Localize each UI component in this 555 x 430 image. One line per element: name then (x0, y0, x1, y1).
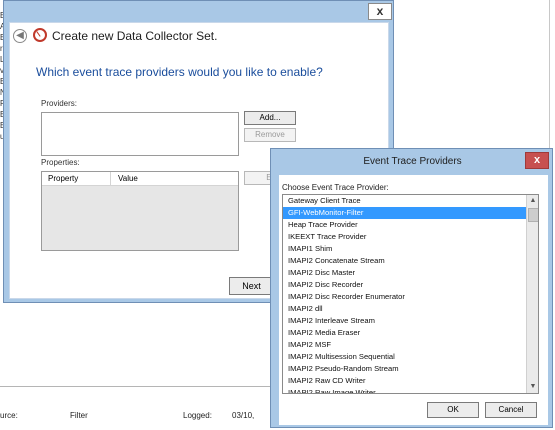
provider-list-item[interactable]: IMAPI2 Pseudo-Random Stream (283, 363, 526, 375)
event-trace-providers-dialog: Event Trace Providers x Choose Event Tra… (270, 148, 553, 428)
provider-list-item[interactable]: IMAPI2 Concatenate Stream (283, 255, 526, 267)
cancel-button[interactable]: Cancel (485, 402, 537, 418)
scroll-up-arrow-icon[interactable]: ▲ (527, 195, 538, 207)
provider-list-item[interactable]: IMAPI2 Disc Master (283, 267, 526, 279)
providers-label: Providers: (41, 99, 78, 108)
background-details-row: urce: Filter Logged: 03/10, (0, 411, 280, 425)
provider-list-item[interactable]: IMAPI2 Multisession Sequential (283, 351, 526, 363)
logged-date-value: 03/10, (232, 411, 255, 420)
provider-listbox[interactable]: Gateway Client Trace GFI-WebMonitor-Filte… (282, 194, 539, 394)
ok-button[interactable]: OK (427, 402, 479, 418)
provider-list-item[interactable]: IMAPI2 Disc Recorder Enumerator (283, 291, 526, 303)
wizard-title: Create new Data Collector Set. (52, 29, 218, 43)
details-pane-divider (0, 386, 275, 387)
properties-label: Properties: (41, 158, 80, 167)
provider-list-item[interactable]: IMAPI2 Raw Image Writer (283, 387, 526, 393)
providers-list[interactable] (41, 112, 239, 156)
wizard-close-button[interactable]: x (368, 3, 392, 20)
provider-list-item[interactable]: IMAPI2 Interleave Stream (283, 315, 526, 327)
filter-value: Filter (70, 411, 88, 420)
scroll-down-arrow-icon[interactable]: ▼ (527, 381, 538, 393)
remove-provider-button[interactable]: Remove (244, 128, 296, 142)
provider-list-item[interactable]: GFI-WebMonitor-Filter (283, 207, 526, 219)
provider-list-item[interactable]: IMAPI1 Shim (283, 243, 526, 255)
provider-list-scrollbar[interactable]: ▲ ▼ (526, 195, 538, 393)
scrollbar-thumb[interactable] (528, 208, 538, 222)
column-header-value[interactable]: Value (118, 174, 138, 183)
column-divider (110, 172, 111, 185)
source-label: urce: (0, 411, 18, 420)
logged-label: Logged: (183, 411, 212, 420)
performance-monitor-icon (33, 28, 47, 42)
provider-list-item[interactable]: Heap Trace Provider (283, 219, 526, 231)
page-question-heading: Which event trace providers would you li… (36, 65, 323, 79)
properties-table[interactable]: Property Value (41, 171, 239, 251)
dialog-title: Event Trace Providers (363, 156, 462, 167)
choose-provider-label: Choose Event Trace Provider: (282, 183, 389, 192)
back-arrow-icon[interactable]: ◀ (13, 29, 27, 43)
provider-list-item[interactable]: IMAPI2 Disc Recorder (283, 279, 526, 291)
provider-list-item[interactable]: IMAPI2 Media Eraser (283, 327, 526, 339)
add-provider-button[interactable]: Add... (244, 111, 296, 125)
dialog-close-button[interactable]: x (525, 152, 549, 169)
properties-table-header: Property Value (42, 172, 238, 186)
column-header-property[interactable]: Property (48, 174, 78, 183)
provider-items: Gateway Client Trace GFI-WebMonitor-Filte… (283, 195, 526, 393)
provider-list-item[interactable]: IMAPI2 dll (283, 303, 526, 315)
provider-list-item[interactable]: IMAPI2 Raw CD Writer (283, 375, 526, 387)
provider-list-item[interactable]: IKEEXT Trace Provider (283, 231, 526, 243)
next-button[interactable]: Next (229, 277, 274, 295)
provider-list-item[interactable]: IMAPI2 MSF (283, 339, 526, 351)
background-window-edge (549, 0, 550, 150)
provider-list-item[interactable]: Gateway Client Trace (283, 195, 526, 207)
dialog-content-area: Choose Event Trace Provider: Gateway Cli… (279, 175, 548, 425)
